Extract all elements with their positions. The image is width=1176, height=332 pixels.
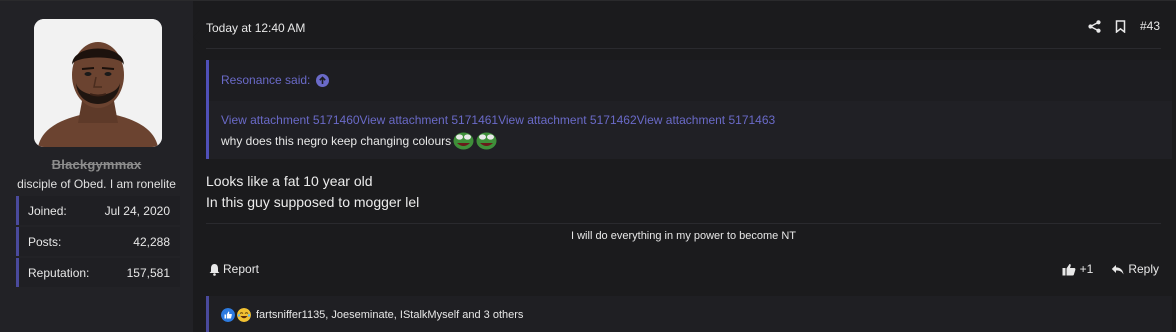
report-button[interactable]: Report — [208, 262, 259, 276]
like-reaction-icon — [221, 307, 235, 322]
stat-value: 42,288 — [133, 234, 170, 249]
laugh-reaction-icon — [237, 307, 251, 322]
stat-label: Joined: — [28, 203, 67, 218]
reply-arrow-icon — [1112, 264, 1124, 274]
stat-posts: Posts: 42,288 — [16, 227, 180, 256]
quote-author-label: Resonance said: — [221, 73, 311, 87]
arrow-up-icon[interactable] — [316, 73, 330, 87]
user-stats: Joined: Jul 24, 2020 Posts: 42,288 Reput… — [16, 196, 180, 289]
reply-button[interactable]: Reply — [1111, 262, 1159, 276]
attachment-link[interactable]: View attachment 5171462 — [498, 113, 637, 127]
attachment-link[interactable]: View attachment 5171463 — [637, 113, 776, 127]
pepe-laugh-emote-icon — [476, 132, 497, 150]
message-line: Looks like a fat 10 year old — [206, 173, 373, 189]
reactions-bar[interactable]: fartsniffer1135, Joeseminate, IStalkMyse… — [206, 296, 1172, 332]
report-label: Report — [223, 262, 260, 276]
post-number-link[interactable]: #43 — [1140, 19, 1160, 33]
stat-label: Posts: — [28, 234, 62, 249]
quote-block: Resonance said: View attachment 5171460V… — [206, 60, 1172, 159]
post-message: Looks like a fat 10 year old In this guy… — [206, 171, 419, 213]
user-sidebar: Blackgymmax disciple of Obed. I am ronel… — [0, 1, 193, 332]
post-footer-actions: +1 Reply — [1062, 262, 1159, 276]
quote-author[interactable]: Resonance said: — [221, 73, 330, 87]
forum-post: Blackgymmax disciple of Obed. I am ronel… — [0, 0, 1176, 332]
pepe-laugh-emote-icon — [453, 132, 474, 150]
bell-icon — [209, 263, 220, 276]
attachment-links: View attachment 5171460View attachment 5… — [221, 113, 775, 127]
thumbs-up-icon — [1062, 263, 1076, 275]
bookmark-icon[interactable] — [1115, 19, 1126, 33]
username[interactable]: Blackgymmax — [0, 157, 193, 172]
stat-value: 157,581 — [126, 265, 170, 280]
share-icon[interactable] — [1088, 19, 1101, 33]
user-avatar-photo-icon — [34, 19, 162, 147]
signature: I will do everything in my power to beco… — [571, 230, 796, 242]
avatar[interactable] — [34, 19, 162, 147]
attachment-link[interactable]: View attachment 5171460 — [221, 113, 360, 127]
attachment-link[interactable]: View attachment 5171461 — [360, 113, 499, 127]
quote-text: why does this negro keep changing colour… — [221, 133, 452, 148]
reactions-list[interactable]: fartsniffer1135, Joeseminate, IStalkMyse… — [256, 309, 523, 321]
reply-label: Reply — [1128, 262, 1159, 276]
message-line: In this guy supposed to mogger lel — [206, 194, 420, 210]
header-divider — [206, 48, 1161, 49]
signature-divider — [206, 223, 1161, 224]
post-date[interactable]: Today at 12:40 AM — [206, 21, 305, 35]
quote-content: View attachment 5171460View attachment 5… — [209, 101, 1172, 159]
stat-value: Jul 24, 2020 — [104, 203, 170, 218]
stat-reputation: Reputation: 157,581 — [16, 258, 180, 287]
like-count: +1 — [1079, 262, 1094, 276]
post-header-actions: #43 — [1088, 19, 1160, 33]
sidebar-pointer — [193, 29, 201, 45]
stat-label: Reputation: — [28, 265, 90, 280]
stat-joined: Joined: Jul 24, 2020 — [16, 196, 180, 225]
like-button[interactable]: +1 — [1062, 262, 1094, 276]
user-title: disciple of Obed. I am ronelite — [17, 177, 176, 191]
quote-text-line: why does this negro keep changing colour… — [221, 131, 497, 150]
